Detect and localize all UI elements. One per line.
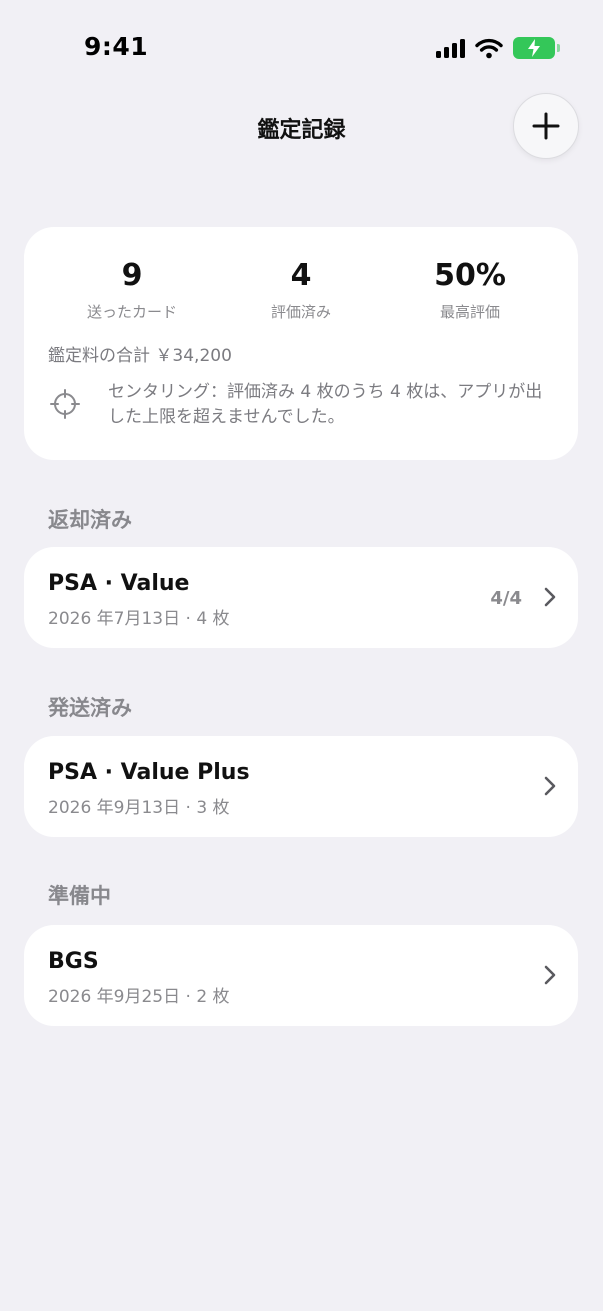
submission-row-preparing[interactable]: BGS 2026 年9月25日 · 2 枚 <box>24 925 578 1026</box>
centering-note: センタリング：評価済み 4 枚のうち 4 枚は、アプリが出した上限を超えませんで… <box>108 382 543 427</box>
stat-sent-cards: 9 送ったカード <box>52 257 212 322</box>
row-title: PSA · Value Plus <box>48 760 250 785</box>
chevron-right-icon <box>544 587 556 607</box>
row-subtitle: 2026 年9月25日 · 2 枚 <box>48 987 230 1007</box>
status-time: 9:41 <box>84 32 149 61</box>
graded-count: 4/4 <box>490 588 522 609</box>
total-fee: 鑑定料の合計 ￥34,200 <box>48 346 232 366</box>
wifi-icon <box>475 38 503 58</box>
cellular-signal-icon <box>436 38 465 58</box>
chevron-right-icon <box>544 776 556 796</box>
section-header-shipped: 発送済み <box>48 696 132 720</box>
battery-charging-icon <box>513 37 560 59</box>
stat-label: 評価済み <box>270 303 331 321</box>
chevron-right-icon <box>544 965 556 985</box>
submission-row-shipped[interactable]: PSA · Value Plus 2026 年9月13日 · 3 枚 <box>24 736 578 837</box>
row-subtitle: 2026 年7月13日 · 4 枚 <box>48 609 230 629</box>
stat-label: 送ったカード <box>86 303 177 321</box>
plus-icon <box>532 112 560 140</box>
screen: 9:41 鑑定記録 9 送ったカード 4 評価済み 50% 最高評価 鑑定料の合… <box>0 0 603 1311</box>
submission-row-returned[interactable]: PSA · Value 2026 年7月13日 · 4 枚 4/4 <box>24 547 578 648</box>
status-bar: 9:41 <box>0 0 603 96</box>
stat-value: 50% <box>434 258 506 293</box>
stat-value: 9 <box>121 258 143 293</box>
crosshair-icon <box>50 389 80 419</box>
row-title: PSA · Value <box>48 571 190 596</box>
add-record-button[interactable] <box>513 93 579 159</box>
section-header-preparing: 準備中 <box>48 884 111 908</box>
stat-graded: 4 評価済み <box>221 257 381 322</box>
section-header-returned: 返却済み <box>48 508 132 532</box>
row-subtitle: 2026 年9月13日 · 3 枚 <box>48 798 230 818</box>
stat-value: 4 <box>290 258 312 293</box>
status-icons <box>436 37 560 59</box>
stat-top-grade: 50% 最高評価 <box>390 257 550 322</box>
summary-card: 9 送ったカード 4 評価済み 50% 最高評価 鑑定料の合計 ￥34,200 … <box>24 227 578 460</box>
row-title: BGS <box>48 949 99 974</box>
stat-label: 最高評価 <box>439 303 500 321</box>
